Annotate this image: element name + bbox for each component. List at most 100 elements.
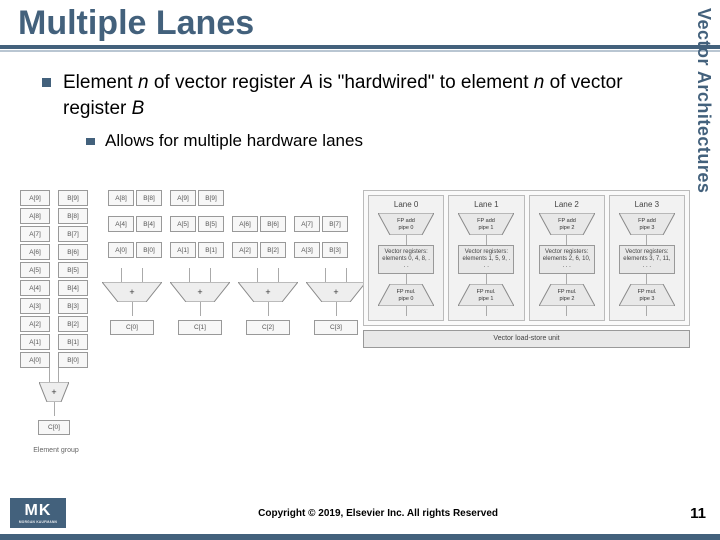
adder: + [170,282,230,302]
reg-cell: A[4] [108,216,134,232]
reg-cell: A[8] [20,208,50,224]
lane: Lane 2FP addpipe 2Vector registers: elem… [529,195,605,321]
reg-cell: A[4] [20,280,50,296]
fp-mul-pipe: FP mul.pipe 2 [539,284,595,306]
reg-cell: B[9] [198,190,224,206]
lane-title: Lane 3 [635,200,659,209]
svg-text:FP mul.: FP mul. [637,289,656,295]
lane: Lane 0 FP addpipe 0 Vector registers: elem… [368,195,444,321]
lane: Lane 1FP addpipe 1Vector registers: elem… [448,195,524,321]
bullet-icon [86,138,95,145]
t-a: A [301,72,314,93]
lane-title: Lane 1 [474,200,498,209]
result-cell: C[2] [246,320,290,335]
reg-cell: A[5] [20,262,50,278]
logo-subtext: MORGAN KAUFMANN [19,520,57,524]
single-lane-registers: A[9]A[8]A[7]A[6]A[5]A[4]A[3]A[2]A[1]A[0]… [20,190,88,368]
reg-cell: A[8] [108,190,134,206]
svg-text:pipe 2: pipe 2 [559,296,574,302]
fp-add-pipe: FP addpipe 1 [458,213,514,235]
multi-lane-inputs: A[8]B[8]A[9]B[9]A[4]B[4]A[5]B[5]A[6]B[6]… [108,190,366,258]
reg-cell: B[5] [198,216,224,232]
left-figure: A[9] A[8] A[7] A[6] A[5] A[4] A[3] A[2] A[1] A[0]… [20,190,345,454]
reg-cell: A[1] [170,242,196,258]
footer: MK MORGAN KAUFMANN Copyright © 2019, Els… [0,498,720,528]
reg-cell: A[6] [232,216,258,232]
svg-text:FP add: FP add [638,218,656,224]
reg-cell: A[3] [20,298,50,314]
reg-cell: B[7] [58,226,88,242]
reg-cell: B[8] [136,190,162,206]
reg-cell: A[0] [20,352,50,368]
reg-cell: B[1] [198,242,224,258]
svg-text:pipe 3: pipe 3 [639,225,654,231]
t: is "hardwired" to element [313,72,533,93]
fp-mul-pipe: FP mul.pipe 1 [458,284,514,306]
lane: Lane 3 FP addpipe 3 Vector registers: elem… [609,195,685,321]
fp-add-pipe: FP addpipe 2 [539,213,595,235]
fp-mul-pipe: FP mul.pipe 0 [378,284,434,306]
adder: + [238,282,298,302]
figures: A[9]A[8]A[7]A[6]A[5]A[4]A[3]A[2]A[1]A[0]… [20,190,690,454]
lane-title: Lane 2 [554,200,578,209]
reg-cell: B[2] [260,242,286,258]
svg-text:+: + [51,387,56,397]
svg-text:FP mul.: FP mul. [397,289,416,295]
adder-group: + C[3] [306,268,366,335]
svg-text:FP mul.: FP mul. [477,289,496,295]
reg-cell: B[3] [58,298,88,314]
bullet-2-text: Allows for multiple hardware lanes [105,131,363,151]
reg-cell: B[4] [136,216,162,232]
lanes-container: Lane 0FP addpipe 0Vector registers: elem… [363,190,690,326]
reg-cell: B[1] [58,334,88,350]
adder-group: + C[1] [170,268,230,335]
section-label: Vector Architectures [693,8,714,193]
load-store-unit: Vector load-store unit [363,330,690,348]
fp-mul-pipe: FP mul.pipe 3 [619,284,675,306]
svg-text:+: + [333,287,338,297]
svg-text:FP add: FP add [478,218,496,224]
reg-cell: B[6] [58,244,88,260]
t-b: B [132,98,145,119]
reg-cell: A[9] [20,190,50,206]
reg-cell: B[0] [136,242,162,258]
svg-text:+: + [129,287,134,297]
t: of vector register [149,72,301,93]
svg-text:pipe 0: pipe 0 [399,296,414,302]
svg-text:pipe 1: pipe 1 [479,296,494,302]
reg-cell: B[3] [322,242,348,258]
reg-cell: A[6] [20,244,50,260]
svg-text:pipe 2: pipe 2 [559,225,574,231]
vector-register-block: Vector registers: elements 3, 7, 11, . .… [619,245,675,274]
svg-text:FP mul.: FP mul. [557,289,576,295]
svg-text:+: + [265,287,270,297]
slide: Multiple Lanes Vector Architectures Elem… [0,0,720,540]
reg-cell: B[9] [58,190,88,206]
title-rule-dark [0,45,720,49]
page-title: Multiple Lanes [0,0,720,45]
result-cell: C[3] [314,320,358,335]
adder: + [306,282,366,302]
vector-register-block: Vector registers: elements 1, 5, 9, . . … [458,245,514,274]
reg-cell: A[7] [20,226,50,242]
reg-cell: A[3] [294,242,320,258]
pair-row: A[0]B[0] A[1]B[1] A[2]B[2] A[3]B[3] [108,242,366,258]
reg-cell: B[8] [58,208,88,224]
t-n: n [534,72,545,93]
bullet-1-text: Element n of vector register A is "hardw… [63,70,670,121]
reg-cell: B[4] [58,280,88,296]
bullet-icon [42,78,51,87]
result-cell: C[1] [178,320,222,335]
reg-cell: A[0] [108,242,134,258]
bullet-2: Allows for multiple hardware lanes [86,131,670,151]
adder: + [102,282,162,302]
t: Element [63,72,138,93]
reg-cell: A[1] [20,334,50,350]
fp-add-pipe: FP addpipe 0 [378,213,434,235]
vector-register-block: Vector registers: elements 0, 4, 8, . . … [378,245,434,274]
reg-cell: A[2] [232,242,258,258]
element-group-label: Element group [33,447,79,454]
svg-text:pipe 0: pipe 0 [399,225,414,231]
lane-title: Lane 0 [394,200,418,209]
publisher-logo: MK MORGAN KAUFMANN [10,498,66,528]
